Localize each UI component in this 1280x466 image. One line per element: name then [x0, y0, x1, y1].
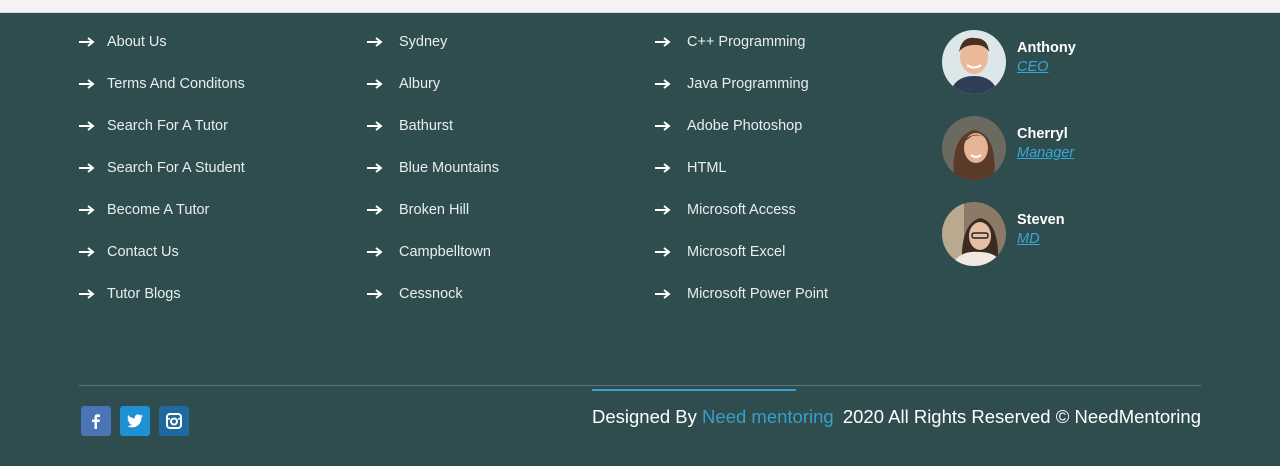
twitter-icon [127, 414, 143, 428]
footer-link[interactable]: Search For A Tutor [79, 115, 245, 136]
footer-link[interactable]: C++ Programming [655, 31, 828, 52]
arrow-right-icon [367, 204, 383, 215]
link-label: C++ Programming [687, 33, 806, 50]
browser-top-edge [0, 0, 1280, 13]
avatar [942, 30, 1006, 94]
footer-link[interactable]: Contact Us [79, 241, 245, 262]
arrow-right-icon [79, 120, 95, 131]
link-label: Become A Tutor [107, 201, 210, 218]
footer-link[interactable]: Blue Mountains [367, 157, 499, 178]
link-label: Terms And Conditons [107, 75, 245, 92]
footer-link[interactable]: Microsoft Access [655, 199, 828, 220]
link-label: HTML [687, 159, 727, 176]
member-name: Anthony [1017, 40, 1076, 56]
arrow-right-icon [367, 78, 383, 89]
link-label: Microsoft Excel [687, 243, 786, 260]
team-member: Cherryl Manager [942, 116, 1076, 180]
designed-by-label: Designed By [592, 406, 697, 427]
link-label: Search For A Tutor [107, 117, 228, 134]
twitter-button[interactable] [120, 406, 150, 436]
arrow-right-icon [367, 162, 383, 173]
designed-by: Designed By Need mentoring [592, 406, 834, 428]
link-label: Cessnock [399, 285, 463, 302]
member-role-link[interactable]: CEO [1017, 59, 1076, 75]
team-member: Anthony CEO [942, 30, 1076, 94]
arrow-right-icon [79, 36, 95, 47]
footer-link[interactable]: About Us [79, 31, 245, 52]
link-label: Contact Us [107, 243, 179, 260]
copyright-text: 2020 All Rights Reserved © NeedMentoring [842, 406, 1201, 427]
instagram-icon [166, 413, 182, 429]
arrow-right-icon [655, 288, 671, 299]
designer-link[interactable]: Need mentoring [702, 406, 834, 427]
footer-link[interactable]: Terms And Conditons [79, 73, 245, 94]
link-label: Microsoft Access [687, 201, 796, 218]
arrow-right-icon [79, 162, 95, 173]
link-label: Adobe Photoshop [687, 117, 803, 134]
footer-link[interactable]: Java Programming [655, 73, 828, 94]
team-list: Anthony CEO Cherryl Manager Steven MD [942, 30, 1076, 288]
footer-link[interactable]: Sydney [367, 31, 499, 52]
link-label: Bathurst [399, 117, 453, 134]
arrow-right-icon [367, 288, 383, 299]
arrow-right-icon [367, 36, 383, 47]
footer-link[interactable]: Microsoft Excel [655, 241, 828, 262]
footer-link[interactable]: Bathurst [367, 115, 499, 136]
footer-link[interactable]: Campbelltown [367, 241, 499, 262]
accent-line [592, 389, 796, 391]
footer-link[interactable]: Albury [367, 73, 499, 94]
footer-link[interactable]: Adobe Photoshop [655, 115, 828, 136]
link-label: Albury [399, 75, 441, 92]
footer-link[interactable]: Microsoft Power Point [655, 283, 828, 304]
arrow-right-icon [655, 78, 671, 89]
member-role-link[interactable]: MD [1017, 231, 1065, 247]
member-name: Cherryl [1017, 126, 1068, 142]
member-name: Steven [1017, 212, 1065, 228]
footer-link[interactable]: HTML [655, 157, 828, 178]
footer-links-column-3: C++ Programming Java Programming Adobe P… [655, 31, 828, 325]
arrow-right-icon [655, 36, 671, 47]
arrow-right-icon [367, 120, 383, 131]
facebook-button[interactable] [81, 406, 111, 436]
member-role-link[interactable]: Manager [1017, 145, 1074, 161]
footer-divider [79, 385, 1201, 386]
arrow-right-icon [655, 120, 671, 131]
instagram-button[interactable] [159, 406, 189, 436]
footer-link[interactable]: Become A Tutor [79, 199, 245, 220]
link-label: Sydney [399, 33, 448, 50]
link-label: Broken Hill [399, 201, 470, 218]
link-label: Microsoft Power Point [687, 285, 829, 302]
link-label: Campbelltown [399, 243, 491, 260]
facebook-icon [92, 414, 100, 429]
link-label: About Us [107, 33, 167, 50]
arrow-right-icon [79, 246, 95, 257]
link-label: Tutor Blogs [107, 285, 181, 302]
footer-links-column-2: Sydney Albury Bathurst Blue Mountains Br… [367, 31, 499, 325]
social-links [81, 406, 198, 436]
footer-link[interactable]: Broken Hill [367, 199, 499, 220]
footer-link[interactable]: Cessnock [367, 283, 499, 304]
arrow-right-icon [79, 288, 95, 299]
footer-links-column-1: About Us Terms And Conditons Search For … [79, 31, 245, 325]
footer-link[interactable]: Search For A Student [79, 157, 245, 178]
link-label: Blue Mountains [399, 159, 499, 176]
arrow-right-icon [655, 204, 671, 215]
arrow-right-icon [367, 246, 383, 257]
link-label: Java Programming [687, 75, 809, 92]
arrow-right-icon [79, 78, 95, 89]
arrow-right-icon [79, 204, 95, 215]
avatar [942, 202, 1006, 266]
avatar [942, 116, 1006, 180]
arrow-right-icon [655, 246, 671, 257]
link-label: Search For A Student [107, 159, 245, 176]
team-member: Steven MD [942, 202, 1076, 266]
footer-link[interactable]: Tutor Blogs [79, 283, 245, 304]
arrow-right-icon [655, 162, 671, 173]
